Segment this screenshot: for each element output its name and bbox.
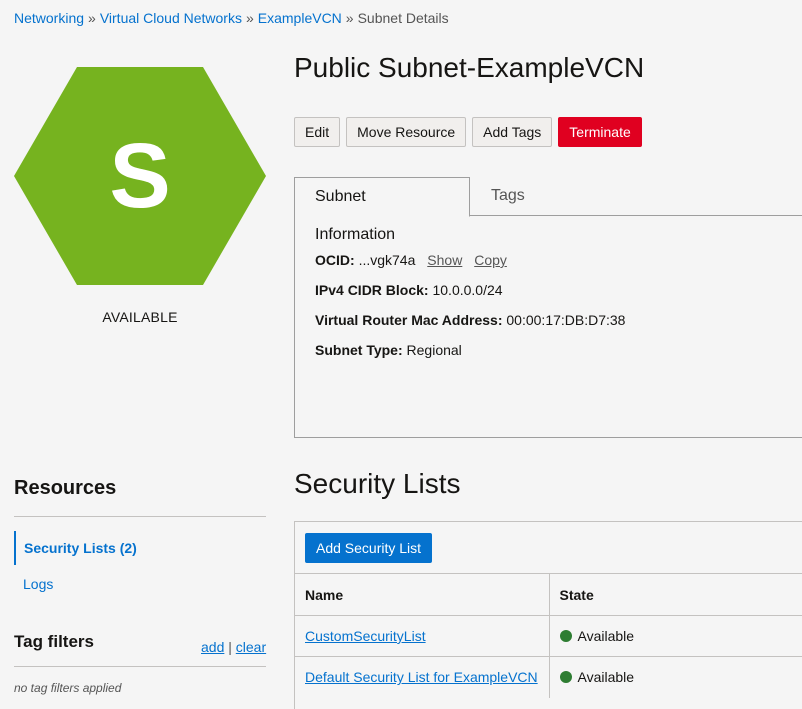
mac-label: Virtual Router Mac Address: — [315, 312, 503, 328]
mac-value: 00:00:17:DB:D7:38 — [506, 312, 626, 328]
breadcrumb-separator: » — [245, 10, 254, 26]
tab-subnet-information[interactable]: Subnet Information — [294, 177, 470, 243]
resources-heading: Resources — [14, 477, 117, 499]
move-resource-button[interactable]: Move Resource — [346, 117, 467, 147]
security-list-name-cell: Default Security List for ExampleVCN — [295, 656, 550, 698]
resource-link-logs[interactable]: Logs — [14, 567, 266, 601]
edit-button[interactable]: Edit — [294, 117, 341, 147]
divider — [14, 666, 266, 667]
add-tags-button[interactable]: Add Tags — [472, 117, 553, 147]
tag-filter-actions: add | clear — [201, 639, 266, 655]
available-status-icon — [559, 671, 572, 684]
breadcrumb-separator: » — [345, 10, 354, 26]
subnet-type-value: Regional — [406, 342, 462, 358]
tag-filter-divider: | — [228, 639, 232, 655]
table-row: CustomSecurityList Available — [295, 615, 802, 657]
resource-link-security-lists[interactable]: Security Lists (2) — [14, 531, 266, 565]
breadcrumb-networking[interactable]: Networking — [14, 10, 84, 26]
security-list-name-cell: CustomSecurityList — [295, 615, 550, 657]
column-header-name[interactable]: Name — [295, 573, 550, 616]
tab-tags[interactable]: Tags — [471, 177, 545, 216]
security-lists-heading: Security Lists — [294, 468, 461, 499]
details-tabs: Subnet Information Tags — [294, 177, 802, 243]
ocid-row: OCID: ...vgk74a Show Copy — [315, 252, 507, 268]
ocid-value: ...vgk74a — [358, 252, 416, 268]
subnet-type-row: Subnet Type: Regional — [315, 342, 462, 358]
ocid-label: OCID: — [315, 252, 355, 268]
lifecycle-status: AVAILABLE — [102, 309, 178, 325]
tag-filters-heading: Tag filters — [14, 632, 94, 651]
column-header-state[interactable]: State — [549, 573, 802, 616]
tag-filters-empty-text: no tag filters applied — [14, 681, 122, 695]
security-list-state-cell: Available — [549, 656, 802, 698]
table-header-row: Name State — [295, 573, 802, 616]
page-title: Public Subnet-ExampleVCN — [294, 52, 645, 83]
security-list-link[interactable]: Default Security List for ExampleVCN — [305, 669, 538, 685]
action-bar: Edit Move Resource Add Tags Terminate — [294, 117, 642, 147]
subnet-type-label: Subnet Type: — [315, 342, 403, 358]
available-status-icon — [559, 630, 572, 642]
breadcrumb-separator: » — [88, 10, 96, 26]
cidr-row: IPv4 CIDR Block: 10.0.0.0/24 — [315, 282, 503, 298]
security-list-link[interactable]: CustomSecurityList — [305, 628, 426, 644]
security-lists-table: Name State CustomSecurityList Available … — [295, 573, 802, 698]
ocid-copy-link[interactable]: Copy — [474, 252, 507, 268]
terminate-button[interactable]: Terminate — [558, 117, 642, 147]
security-list-state-cell: Available — [549, 615, 802, 657]
breadcrumb-examplevcn[interactable]: ExampleVCN — [258, 10, 342, 26]
cidr-value: 10.0.0.0/24 — [432, 282, 503, 298]
divider — [14, 516, 266, 517]
subnet-info-panel: OCID: ...vgk74a Show Copy IPv4 CIDR Bloc… — [294, 215, 802, 438]
security-lists-panel: Add Security List Name State CustomSecur… — [294, 521, 802, 709]
add-tag-filter-link[interactable]: add — [201, 639, 224, 655]
table-row: Default Security List for ExampleVCN Ava… — [295, 656, 802, 698]
clear-tag-filter-link[interactable]: clear — [236, 639, 266, 655]
mac-row: Virtual Router Mac Address: 00:00:17:DB:… — [315, 312, 625, 328]
add-security-list-button[interactable]: Add Security List — [305, 533, 433, 563]
security-list-state: Available — [577, 628, 635, 644]
hexagon-letter: S — [109, 125, 170, 227]
breadcrumb: Networking» Virtual Cloud Networks» Exampl… — [14, 10, 449, 26]
breadcrumb-current: Subnet Details — [357, 10, 449, 26]
security-list-state: Available — [577, 669, 635, 686]
subnet-hexagon-icon: S — [14, 67, 266, 285]
breadcrumb-vcns[interactable]: Virtual Cloud Networks — [100, 10, 242, 26]
ocid-show-link[interactable]: Show — [427, 252, 462, 268]
cidr-label: IPv4 CIDR Block: — [315, 282, 429, 298]
